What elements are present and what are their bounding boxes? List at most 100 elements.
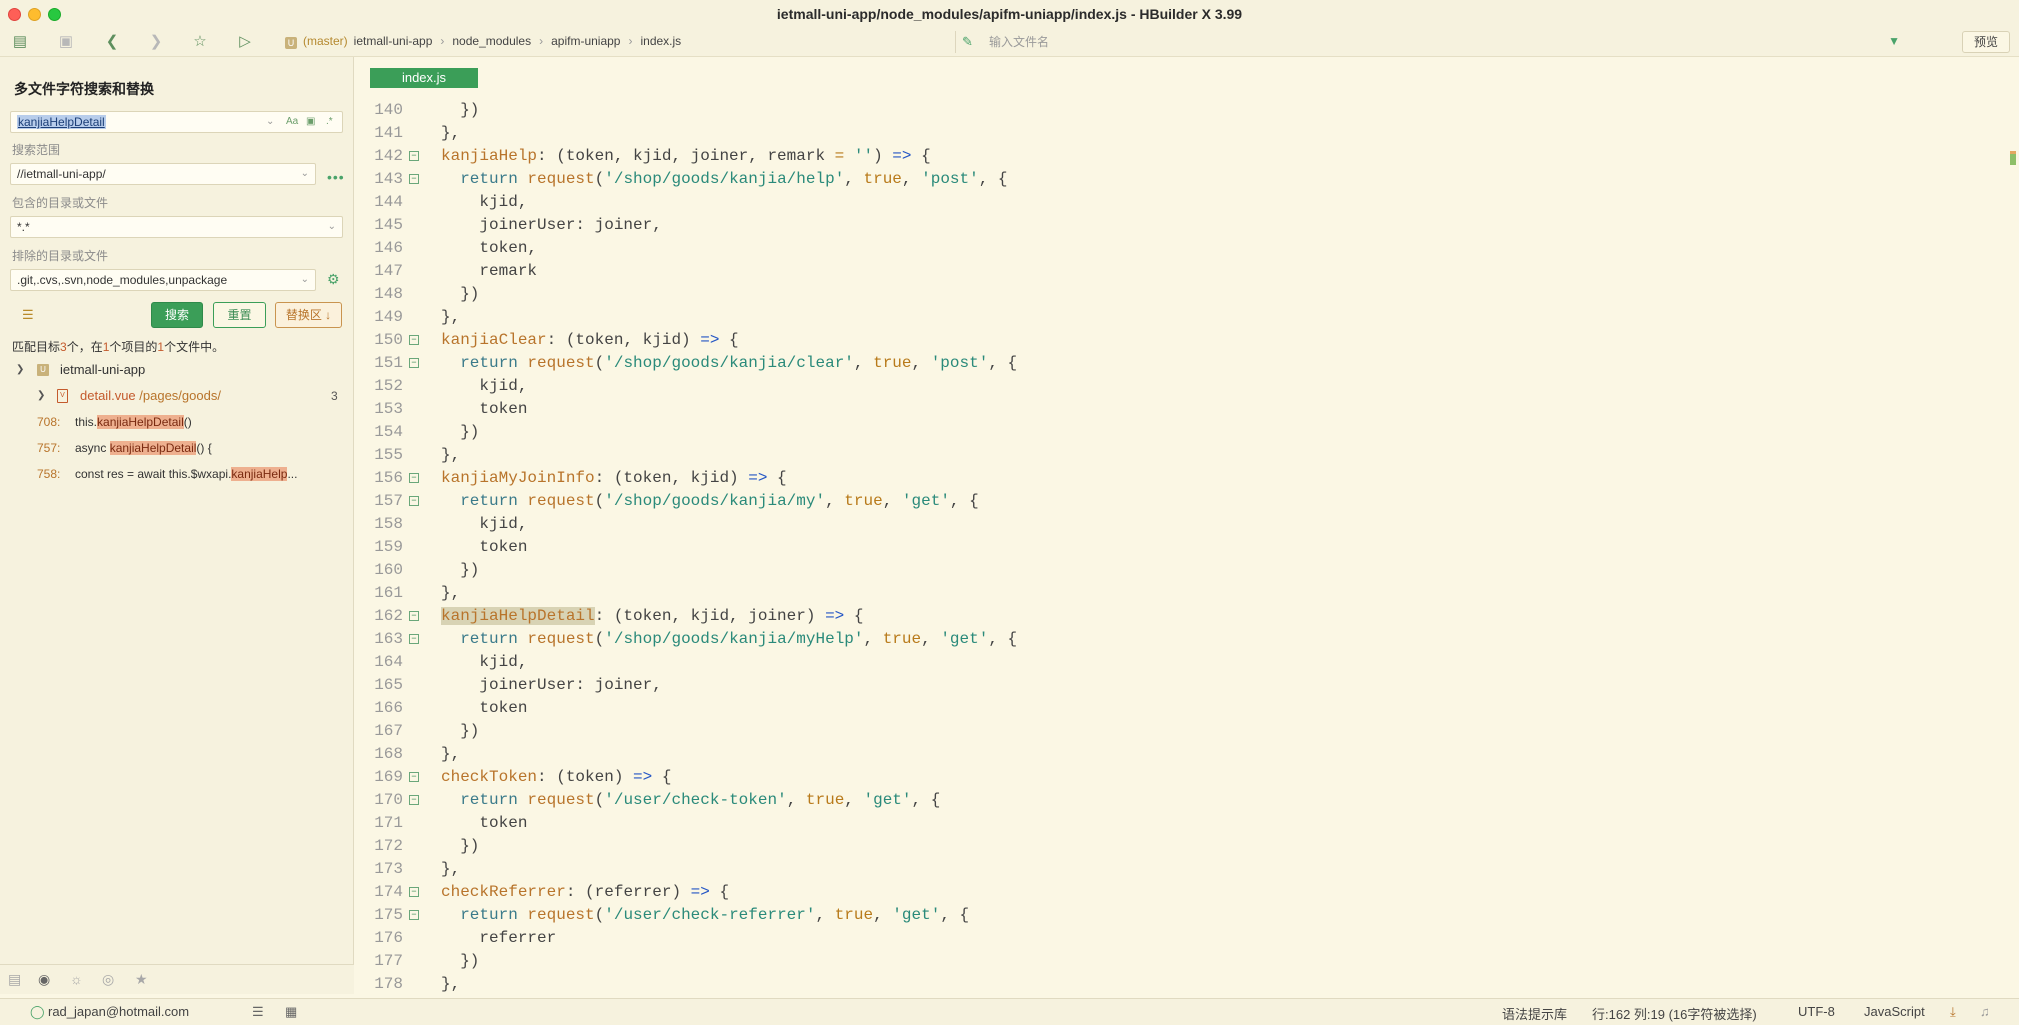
code-line[interactable]: 164 kjid, (355, 651, 2005, 674)
match-case-icon[interactable]: Aa (286, 112, 298, 132)
code-line[interactable]: 146 token, (355, 237, 2005, 260)
breadcrumb-item[interactable]: ietmall-uni-app (354, 34, 433, 48)
code-line[interactable]: 174− checkReferrer: (referrer) => { (355, 881, 2005, 904)
preview-button[interactable]: 预览 (1962, 31, 2010, 53)
chevron-down-icon[interactable]: ❯ (16, 357, 24, 383)
result-line-row[interactable]: 758: const res = await this.$wxapi.kanji… (0, 461, 353, 487)
code-line[interactable]: 141}, (355, 122, 2005, 145)
code-line[interactable]: 162− kanjiaHelpDetail: (token, kjid, join… (355, 605, 2005, 628)
breadcrumb-item[interactable]: apifm-uniapp (551, 34, 620, 48)
terminal-icon[interactable]: ▦ (285, 1004, 297, 1020)
code-line[interactable]: 166 token (355, 697, 2005, 720)
source-control-icon[interactable]: ◎ (102, 971, 114, 988)
scrollbar-marker[interactable] (2010, 151, 2016, 165)
code-line[interactable]: 155}, (355, 444, 2005, 467)
code-line[interactable]: 170− return request('/user/check-token',… (355, 789, 2005, 812)
encoding[interactable]: UTF-8 (1798, 1004, 1835, 1019)
bookmark-star-icon[interactable]: ☆ (190, 32, 210, 52)
language-mode[interactable]: JavaScript (1864, 1004, 1925, 1019)
fold-toggle-icon[interactable]: − (409, 634, 419, 644)
regex-icon[interactable]: .* (326, 112, 333, 132)
reset-button[interactable]: 重置 (213, 302, 266, 328)
scope-select[interactable]: //ietmall-uni-app/ ⌄ (10, 163, 316, 185)
code-line[interactable]: 154 }) (355, 421, 2005, 444)
code-line[interactable]: 143− return request('/shop/goods/kanjia/… (355, 168, 2005, 191)
search-button[interactable]: 搜索 (151, 302, 203, 328)
fold-toggle-icon[interactable]: − (409, 496, 419, 506)
save-icon[interactable]: ▣ (56, 32, 76, 52)
code-line[interactable]: 160 }) (355, 559, 2005, 582)
code-line[interactable]: 169− checkToken: (token) => { (355, 766, 2005, 789)
fold-toggle-icon[interactable]: − (409, 174, 419, 184)
project-manager-icon[interactable]: ▤ (8, 971, 21, 988)
replace-area-button[interactable]: 替换区 ↓ (275, 302, 342, 328)
file-search-input[interactable] (989, 33, 1889, 51)
code-editor[interactable]: index.js 140 }) 141}, 142− kanjiaHelp: (tok… (355, 57, 2019, 993)
notification-bell-icon[interactable]: ♫ (1980, 1004, 1990, 1019)
result-line-row[interactable]: 708: this.kanjiaHelpDetail() (0, 409, 353, 435)
whole-word-icon[interactable]: ▣ (306, 112, 315, 132)
search-history-icon[interactable]: ☰ (22, 307, 34, 323)
fold-toggle-icon[interactable]: − (409, 611, 419, 621)
breadcrumb-item[interactable]: index.js (640, 34, 681, 48)
code-line[interactable]: 145 joinerUser: joiner, (355, 214, 2005, 237)
exclude-select[interactable]: .git,.cvs,.svn,node_modules,unpackage ⌄ (10, 269, 316, 291)
outline-icon[interactable]: ☰ (252, 1004, 264, 1020)
filter-icon[interactable]: ▼ (1888, 34, 1900, 48)
run-icon[interactable]: ▷ (235, 32, 255, 52)
code-line[interactable]: 149}, (355, 306, 2005, 329)
chevron-down-icon[interactable]: ❯ (37, 383, 45, 409)
settings-gear-icon[interactable]: ⚙ (327, 271, 340, 288)
user-account[interactable]: rad_japan@hotmail.com (48, 1004, 189, 1019)
debug-bug-icon[interactable]: ☼ (70, 971, 83, 987)
fold-toggle-icon[interactable]: − (409, 335, 419, 345)
chevron-down-icon[interactable]: ⌄ (266, 112, 274, 132)
code-line[interactable]: 142− kanjiaHelp: (token, kjid, joiner, re… (355, 145, 2005, 168)
syntax-hint-library[interactable]: 语法提示库 (1502, 1004, 1567, 1023)
cursor-position[interactable]: 行:162 列:19 (16字符被选择) (1592, 1004, 1757, 1023)
code-line[interactable]: 151− return request('/shop/goods/kanjia/… (355, 352, 2005, 375)
fold-toggle-icon[interactable]: − (409, 910, 419, 920)
breadcrumb-item[interactable]: node_modules (452, 34, 531, 48)
result-project-row[interactable]: ❯ U ietmall-uni-app (0, 357, 353, 383)
download-icon[interactable]: ⤓ (1950, 1004, 1956, 1020)
result-file-row[interactable]: ❯ V detail.vue /pages/goods/ 3 (0, 383, 353, 409)
code-line[interactable]: 157− return request('/shop/goods/kanjia/… (355, 490, 2005, 513)
code-line[interactable]: 177 }) (355, 950, 2005, 973)
code-line[interactable]: 156− kanjiaMyJoinInfo: (token, kjid) => { (355, 467, 2005, 490)
code-line[interactable]: 168}, (355, 743, 2005, 766)
code-line[interactable]: 159 token (355, 536, 2005, 559)
result-line-row[interactable]: 757: async kanjiaHelpDetail() { (0, 435, 353, 461)
fold-toggle-icon[interactable]: − (409, 358, 419, 368)
search-input[interactable]: kanjiaHelpDetail ⌄ Aa ▣ .* (10, 111, 343, 133)
code-line[interactable]: 153 token (355, 398, 2005, 421)
include-select[interactable]: *.* ⌄ (10, 216, 343, 238)
forward-icon[interactable]: ❯ (146, 32, 166, 52)
code-line[interactable]: 172 }) (355, 835, 2005, 858)
code-line[interactable]: 167 }) (355, 720, 2005, 743)
code-line[interactable]: 150− kanjiaClear: (token, kjid) => { (355, 329, 2005, 352)
new-file-icon[interactable]: ▤ (10, 32, 30, 52)
code-line[interactable]: 147 remark (355, 260, 2005, 283)
code-line[interactable]: 165 joinerUser: joiner, (355, 674, 2005, 697)
code-line[interactable]: 140 }) (355, 99, 2005, 122)
search-binoculars-icon[interactable]: ◉ (38, 971, 50, 988)
fold-toggle-icon[interactable]: − (409, 473, 419, 483)
code-line[interactable]: 144 kjid, (355, 191, 2005, 214)
more-options-icon[interactable]: ••• (327, 169, 345, 185)
code-line[interactable]: 152 kjid, (355, 375, 2005, 398)
editor-tab[interactable]: index.js (370, 68, 478, 88)
fold-toggle-icon[interactable]: − (409, 795, 419, 805)
code-line[interactable]: 175− return request('/user/check-referre… (355, 904, 2005, 927)
fold-toggle-icon[interactable]: − (409, 887, 419, 897)
plugin-icon[interactable]: ★ (135, 971, 148, 988)
code-line[interactable]: 173}, (355, 858, 2005, 881)
fold-toggle-icon[interactable]: − (409, 772, 419, 782)
back-icon[interactable]: ❮ (102, 32, 122, 52)
code-line[interactable]: 176 referrer (355, 927, 2005, 950)
code-line[interactable]: 178}, (355, 973, 2005, 996)
code-line[interactable]: 171 token (355, 812, 2005, 835)
fold-toggle-icon[interactable]: − (409, 151, 419, 161)
code-line[interactable]: 161}, (355, 582, 2005, 605)
code-line[interactable]: 163− return request('/shop/goods/kanjia/… (355, 628, 2005, 651)
